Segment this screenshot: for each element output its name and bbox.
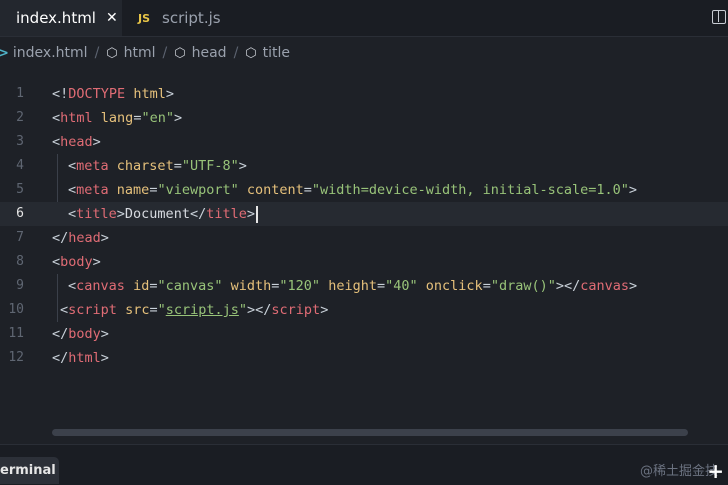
code-editor-window: index.html ✕ JS script.js > index.html /…	[0, 0, 728, 485]
breadcrumb-file[interactable]: > index.html	[0, 45, 88, 61]
code-editor[interactable]: 1 <!DOCTYPE html> 2 <html lang="en"> 3 <…	[0, 70, 728, 440]
html-file-icon: >	[0, 45, 9, 61]
code-text: <title>Document</title>	[68, 202, 258, 226]
line-number: 7	[16, 230, 24, 245]
terminal-label: erminal	[0, 463, 56, 478]
code-line[interactable]: 2 <html lang="en">	[0, 106, 728, 130]
tab-label: script.js	[162, 9, 221, 27]
breadcrumb-title[interactable]: ⬡ title	[245, 45, 290, 61]
breadcrumb-head[interactable]: ⬡ head	[174, 45, 226, 61]
code-line[interactable]: 10 <script src="script.js"></script>	[0, 298, 728, 322]
line-number: 6	[16, 206, 24, 221]
code-line-current[interactable]: 6 <title>Document</title>	[0, 202, 728, 226]
code-text: </body>	[52, 326, 109, 342]
text-cursor	[256, 205, 258, 223]
element-icon: ⬡	[174, 45, 186, 61]
line-number: 12	[8, 350, 24, 365]
line-number: 11	[8, 326, 24, 341]
tab-bar: index.html ✕ JS script.js	[0, 0, 728, 37]
breadcrumb: > index.html / ⬡ html / ⬡ head / ⬡ title	[0, 37, 728, 69]
code-text: <canvas id="canvas" width="120" height="…	[68, 278, 638, 294]
tab-index-html[interactable]: index.html ✕	[0, 0, 122, 36]
code-line[interactable]: 9 <canvas id="canvas" width="120" height…	[0, 274, 728, 298]
code-line[interactable]: 5 <meta name="viewport" content="width=d…	[0, 178, 728, 202]
code-line[interactable]: 7 </head>	[0, 226, 728, 250]
line-number: 4	[16, 158, 24, 173]
line-number: 10	[8, 302, 24, 317]
code-line[interactable]: 11 </body>	[0, 322, 728, 346]
breadcrumb-label: title	[262, 45, 291, 61]
bottom-panel: erminal @稀土掘金技 +	[0, 444, 728, 485]
tab-script-js[interactable]: JS script.js	[124, 0, 244, 36]
code-text: <head>	[52, 134, 101, 150]
js-file-icon: JS	[138, 11, 151, 25]
code-line[interactable]: 8 <body>	[0, 250, 728, 274]
line-number: 8	[16, 254, 24, 269]
tab-terminal[interactable]: erminal	[0, 457, 59, 484]
code-text: <!DOCTYPE html>	[52, 86, 174, 102]
tab-label: index.html	[16, 9, 96, 27]
code-text: <meta charset="UTF-8">	[68, 158, 247, 174]
code-text: <html lang="en">	[52, 110, 183, 126]
split-editor-icon[interactable]	[712, 10, 726, 24]
line-number: 2	[16, 110, 24, 125]
line-number: 5	[16, 182, 24, 197]
code-text: <script src="script.js"></script>	[60, 302, 329, 318]
breadcrumb-label: index.html	[12, 45, 88, 61]
code-text: <meta name="viewport" content="width=dev…	[68, 182, 638, 198]
breadcrumb-separator: /	[162, 45, 168, 61]
element-icon: ⬡	[245, 45, 257, 61]
code-line[interactable]: 1 <!DOCTYPE html>	[0, 82, 728, 106]
breadcrumb-label: html	[123, 45, 156, 61]
line-number: 1	[16, 86, 24, 101]
code-line[interactable]: 3 <head>	[0, 130, 728, 154]
code-text: <body>	[52, 254, 101, 270]
close-icon[interactable]: ✕	[106, 10, 118, 26]
horizontal-scrollbar[interactable]	[52, 429, 688, 436]
line-number: 3	[16, 134, 24, 149]
code-line[interactable]: 4 <meta charset="UTF-8">	[0, 154, 728, 178]
code-text: </head>	[52, 230, 109, 246]
add-terminal-icon[interactable]: +	[707, 461, 724, 481]
code-text: </html>	[52, 350, 109, 366]
code-line[interactable]: 12 </html>	[0, 346, 728, 370]
element-icon: ⬡	[106, 45, 118, 61]
breadcrumb-label: head	[191, 45, 227, 61]
line-number: 9	[16, 278, 24, 293]
breadcrumb-separator: /	[94, 45, 100, 61]
breadcrumb-html[interactable]: ⬡ html	[106, 45, 155, 61]
breadcrumb-separator: /	[233, 45, 239, 61]
